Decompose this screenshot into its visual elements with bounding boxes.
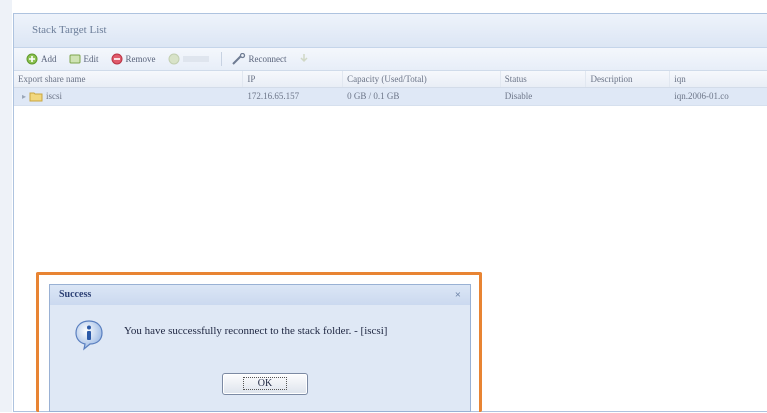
disabled-action-button[interactable] — [298, 53, 313, 65]
table-row[interactable]: ▸ iscsi 172.16.65.157 0 GB / 0.1 GB Disa… — [14, 88, 767, 106]
remove-icon — [111, 53, 123, 65]
disabled-toolbar-button[interactable] — [168, 53, 209, 65]
dialog-message: You have successfully reconnect to the s… — [124, 325, 388, 337]
remove-button[interactable]: Remove — [111, 53, 156, 65]
ok-label: OK — [242, 377, 288, 390]
row-name: iscsi — [46, 91, 63, 101]
info-icon — [74, 319, 104, 351]
add-icon — [26, 53, 38, 65]
row-name-cell: ▸ iscsi — [14, 88, 243, 105]
panel-title: Stack Target List — [14, 14, 767, 48]
col-capacity[interactable]: Capacity (Used/Total) — [343, 71, 501, 87]
dialog-titlebar: Success × — [50, 285, 470, 305]
expand-icon[interactable]: ▸ — [22, 88, 26, 105]
disabled-label — [182, 56, 209, 62]
reconnect-button[interactable]: Reconnect — [231, 53, 287, 65]
col-export-share-name[interactable]: Export share name — [14, 71, 244, 87]
dialog-title: Success — [59, 289, 92, 300]
ok-button[interactable]: OK — [222, 373, 308, 395]
dialog-body: You have successfully reconnect to the s… — [50, 305, 470, 413]
folder-icon — [29, 91, 43, 102]
reconnect-label: Reconnect — [248, 54, 287, 64]
success-dialog: Success × You have successfully reconnec… — [49, 284, 471, 412]
grid-header: Export share name IP Capacity (Used/Tota… — [14, 71, 767, 88]
row-capacity: 0 GB / 0.1 GB — [347, 91, 400, 101]
col-description[interactable]: Description — [586, 71, 671, 87]
row-description — [586, 88, 670, 105]
wrench-icon — [231, 53, 246, 65]
add-button[interactable]: Add — [26, 53, 57, 65]
remove-label: Remove — [125, 54, 156, 64]
disabled-action-icon — [298, 53, 310, 65]
add-label: Add — [41, 54, 57, 64]
edit-icon — [69, 53, 81, 65]
toolbar: Add Edit Remove Reconnect — [14, 48, 767, 71]
row-ip: 172.16.65.157 — [247, 91, 300, 101]
left-edge-strip — [0, 0, 12, 412]
toolbar-separator — [220, 52, 222, 66]
col-ip[interactable]: IP — [243, 71, 344, 87]
close-icon[interactable]: × — [455, 285, 461, 305]
col-status[interactable]: Status — [501, 71, 587, 87]
row-status: Disable — [504, 91, 533, 101]
edit-button[interactable]: Edit — [69, 53, 99, 65]
col-iqn[interactable]: iqn — [670, 71, 767, 87]
disabled-icon — [168, 53, 180, 65]
edit-label: Edit — [83, 54, 99, 64]
row-iqn: iqn.2006-01.co — [674, 91, 729, 101]
